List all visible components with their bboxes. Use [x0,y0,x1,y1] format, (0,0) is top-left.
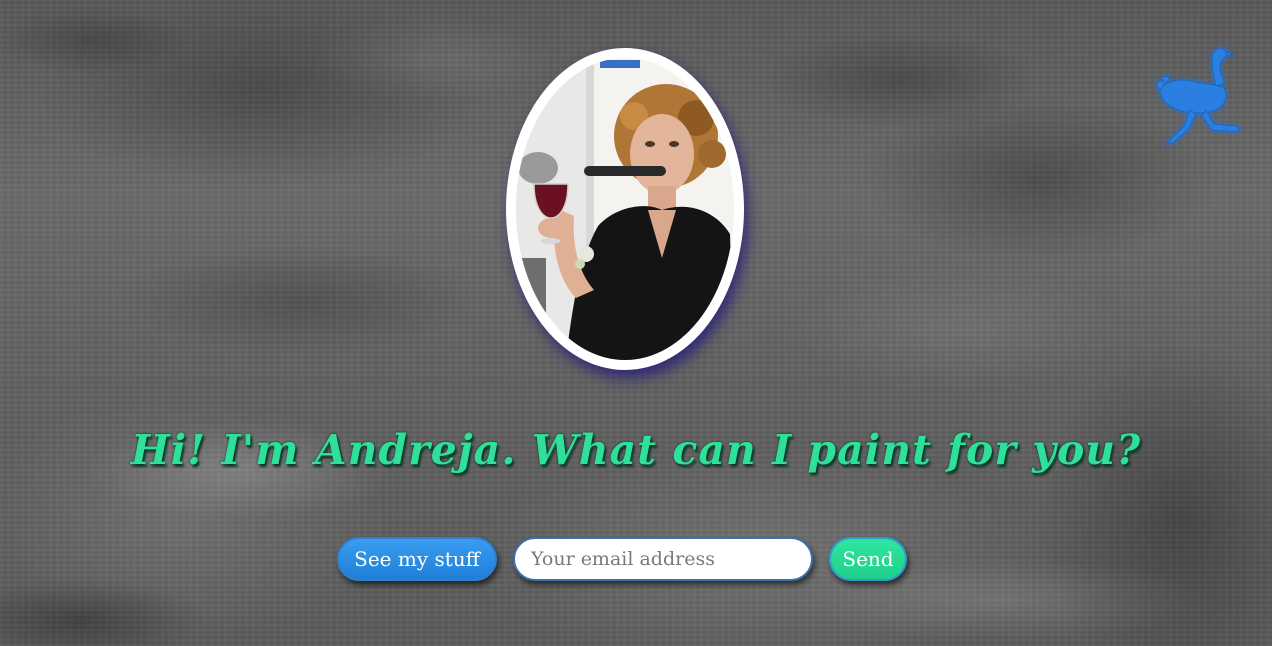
see-my-stuff-button[interactable]: See my stuff [337,537,497,581]
page-headline: Hi! I'm Andreja. What can I paint for yo… [130,426,1142,474]
email-input[interactable] [513,537,813,581]
portrait-image [516,58,734,360]
portrait-frame [506,48,744,370]
contact-bar: See my stuff Send [0,537,1272,583]
send-button[interactable]: Send [829,537,907,581]
portrait-illustration [516,58,734,360]
ostrich-logo-icon[interactable] [1150,44,1246,150]
